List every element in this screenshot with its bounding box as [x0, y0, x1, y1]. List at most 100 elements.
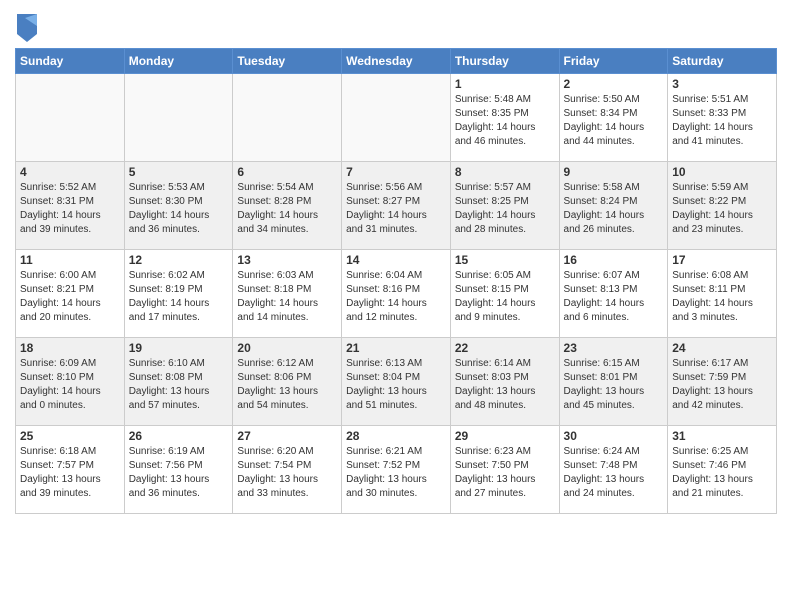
day-number: 22 — [455, 341, 555, 355]
day-number: 9 — [564, 165, 664, 179]
day-info: Sunrise: 5:59 AM Sunset: 8:22 PM Dayligh… — [672, 181, 772, 237]
day-info: Sunrise: 6:09 AM Sunset: 8:10 PM Dayligh… — [20, 357, 120, 413]
day-info: Sunrise: 5:50 AM Sunset: 8:34 PM Dayligh… — [564, 93, 664, 149]
day-number: 7 — [346, 165, 446, 179]
day-number: 1 — [455, 77, 555, 91]
day-info: Sunrise: 6:17 AM Sunset: 7:59 PM Dayligh… — [672, 357, 772, 413]
day-info: Sunrise: 6:23 AM Sunset: 7:50 PM Dayligh… — [455, 445, 555, 501]
day-cell-19: 19Sunrise: 6:10 AM Sunset: 8:08 PM Dayli… — [124, 338, 233, 426]
day-number: 5 — [129, 165, 229, 179]
day-cell-29: 29 Sunrise: 6:23 AM Sunset: 7:50 PM Dayli… — [450, 426, 559, 514]
empty-cell — [124, 74, 233, 162]
day-number: 20 — [237, 341, 337, 355]
weekday-header-saturday: Saturday — [668, 49, 777, 74]
day-cell-18: 18 Sunrise: 6:09 AM Sunset: 8:10 PM Dayli… — [16, 338, 125, 426]
day-cell-10: 10 Sunrise: 5:59 AM Sunset: 8:22 PM Dayli… — [668, 162, 777, 250]
day-number: 2 — [564, 77, 664, 91]
day-number: 16 — [564, 253, 664, 267]
calendar-table: SundayMondayTuesdayWednesdayThursdayFrid… — [15, 48, 777, 514]
day-number: 30 — [564, 429, 664, 443]
day-number: 26 — [129, 429, 229, 443]
weekday-header-monday: Monday — [124, 49, 233, 74]
day-cell-20: 20 Sunrise: 6:12 AM Sunset: 8:06 PM Dayli… — [233, 338, 342, 426]
day-cell-7: 7 Sunrise: 5:56 AM Sunset: 8:27 PM Daylig… — [342, 162, 451, 250]
day-info: Sunrise: 5:57 AM Sunset: 8:25 PM Dayligh… — [455, 181, 555, 237]
empty-cell — [233, 74, 342, 162]
day-cell-23: 23Sunrise: 6:15 AM Sunset: 8:01 PM Dayli… — [559, 338, 668, 426]
day-info: Sunrise: 5:53 AM Sunset: 8:30 PM Dayligh… — [129, 181, 229, 237]
day-cell-1: 1 Sunrise: 5:48 AM Sunset: 8:35 PM Daylig… — [450, 74, 559, 162]
day-cell-26: 26 Sunrise: 6:19 AM Sunset: 7:56 PM Dayli… — [124, 426, 233, 514]
day-info: Sunrise: 5:52 AM Sunset: 8:31 PM Dayligh… — [20, 181, 120, 237]
weekday-header-sunday: Sunday — [16, 49, 125, 74]
weekday-header-friday: Friday — [559, 49, 668, 74]
day-info: Sunrise: 6:18 AM Sunset: 7:57 PM Dayligh… — [20, 445, 120, 501]
day-number: 4 — [20, 165, 120, 179]
day-cell-12: 12 Sunrise: 6:02 AM Sunset: 8:19 PM Dayli… — [124, 250, 233, 338]
day-info: Sunrise: 6:02 AM Sunset: 8:19 PM Dayligh… — [129, 269, 229, 325]
calendar-week-row-1: 1 Sunrise: 5:48 AM Sunset: 8:35 PM Daylig… — [16, 74, 777, 162]
calendar-week-row-2: 4 Sunrise: 5:52 AM Sunset: 8:31 PM Daylig… — [16, 162, 777, 250]
day-number: 19 — [129, 341, 229, 355]
empty-cell — [342, 74, 451, 162]
day-number: 12 — [129, 253, 229, 267]
day-info: Sunrise: 6:19 AM Sunset: 7:56 PM Dayligh… — [129, 445, 229, 501]
day-cell-16: 16 Sunrise: 6:07 AM Sunset: 8:13 PM Dayli… — [559, 250, 668, 338]
day-cell-31: 31 Sunrise: 6:25 AM Sunset: 7:46 PM Dayli… — [668, 426, 777, 514]
day-cell-21: 21 Sunrise: 6:13 AM Sunset: 8:04 PM Dayli… — [342, 338, 451, 426]
day-cell-22: 22 Sunrise: 6:14 AM Sunset: 8:03 PM Dayli… — [450, 338, 559, 426]
day-number: 17 — [672, 253, 772, 267]
day-number: 28 — [346, 429, 446, 443]
day-cell-2: 2 Sunrise: 5:50 AM Sunset: 8:34 PM Daylig… — [559, 74, 668, 162]
weekday-header-thursday: Thursday — [450, 49, 559, 74]
day-info: Sunrise: 6:05 AM Sunset: 8:15 PM Dayligh… — [455, 269, 555, 325]
calendar-week-row-3: 11 Sunrise: 6:00 AM Sunset: 8:21 PM Dayli… — [16, 250, 777, 338]
day-info: Sunrise: 5:56 AM Sunset: 8:27 PM Dayligh… — [346, 181, 446, 237]
day-info: Sunrise: 5:54 AM Sunset: 8:28 PM Dayligh… — [237, 181, 337, 237]
day-number: 11 — [20, 253, 120, 267]
day-cell-14: 14 Sunrise: 6:04 AM Sunset: 8:16 PM Dayli… — [342, 250, 451, 338]
day-cell-3: 3 Sunrise: 5:51 AM Sunset: 8:33 PM Daylig… — [668, 74, 777, 162]
day-number: 13 — [237, 253, 337, 267]
day-info: Sunrise: 6:25 AM Sunset: 7:46 PM Dayligh… — [672, 445, 772, 501]
day-info: Sunrise: 5:58 AM Sunset: 8:24 PM Dayligh… — [564, 181, 664, 237]
day-cell-17: 17 Sunrise: 6:08 AM Sunset: 8:11 PM Dayli… — [668, 250, 777, 338]
day-number: 31 — [672, 429, 772, 443]
weekday-header-tuesday: Tuesday — [233, 49, 342, 74]
day-cell-8: 8Sunrise: 5:57 AM Sunset: 8:25 PM Daylig… — [450, 162, 559, 250]
day-cell-4: 4 Sunrise: 5:52 AM Sunset: 8:31 PM Daylig… — [16, 162, 125, 250]
day-info: Sunrise: 6:07 AM Sunset: 8:13 PM Dayligh… — [564, 269, 664, 325]
day-number: 21 — [346, 341, 446, 355]
calendar-week-row-5: 25 Sunrise: 6:18 AM Sunset: 7:57 PM Dayli… — [16, 426, 777, 514]
day-info: Sunrise: 6:24 AM Sunset: 7:48 PM Dayligh… — [564, 445, 664, 501]
day-number: 15 — [455, 253, 555, 267]
day-cell-11: 11 Sunrise: 6:00 AM Sunset: 8:21 PM Dayli… — [16, 250, 125, 338]
day-number: 14 — [346, 253, 446, 267]
day-number: 6 — [237, 165, 337, 179]
logo-icon — [17, 14, 37, 42]
day-info: Sunrise: 5:51 AM Sunset: 8:33 PM Dayligh… — [672, 93, 772, 149]
day-number: 18 — [20, 341, 120, 355]
day-number: 25 — [20, 429, 120, 443]
page-header — [15, 10, 777, 42]
day-cell-6: 6 Sunrise: 5:54 AM Sunset: 8:28 PM Daylig… — [233, 162, 342, 250]
day-cell-9: 9 Sunrise: 5:58 AM Sunset: 8:24 PM Daylig… — [559, 162, 668, 250]
day-info: Sunrise: 6:00 AM Sunset: 8:21 PM Dayligh… — [20, 269, 120, 325]
day-number: 3 — [672, 77, 772, 91]
empty-cell — [16, 74, 125, 162]
day-info: Sunrise: 6:04 AM Sunset: 8:16 PM Dayligh… — [346, 269, 446, 325]
day-cell-15: 15 Sunrise: 6:05 AM Sunset: 8:15 PM Dayli… — [450, 250, 559, 338]
day-cell-24: 24Sunrise: 6:17 AM Sunset: 7:59 PM Dayli… — [668, 338, 777, 426]
day-info: Sunrise: 6:12 AM Sunset: 8:06 PM Dayligh… — [237, 357, 337, 413]
day-info: Sunrise: 6:08 AM Sunset: 8:11 PM Dayligh… — [672, 269, 772, 325]
day-info: Sunrise: 5:48 AM Sunset: 8:35 PM Dayligh… — [455, 93, 555, 149]
day-cell-13: 13Sunrise: 6:03 AM Sunset: 8:18 PM Dayli… — [233, 250, 342, 338]
weekday-header-wednesday: Wednesday — [342, 49, 451, 74]
day-cell-30: 30 Sunrise: 6:24 AM Sunset: 7:48 PM Dayli… — [559, 426, 668, 514]
day-number: 27 — [237, 429, 337, 443]
day-info: Sunrise: 6:14 AM Sunset: 8:03 PM Dayligh… — [455, 357, 555, 413]
day-number: 29 — [455, 429, 555, 443]
day-info: Sunrise: 6:13 AM Sunset: 8:04 PM Dayligh… — [346, 357, 446, 413]
day-number: 10 — [672, 165, 772, 179]
calendar-week-row-4: 18 Sunrise: 6:09 AM Sunset: 8:10 PM Dayli… — [16, 338, 777, 426]
